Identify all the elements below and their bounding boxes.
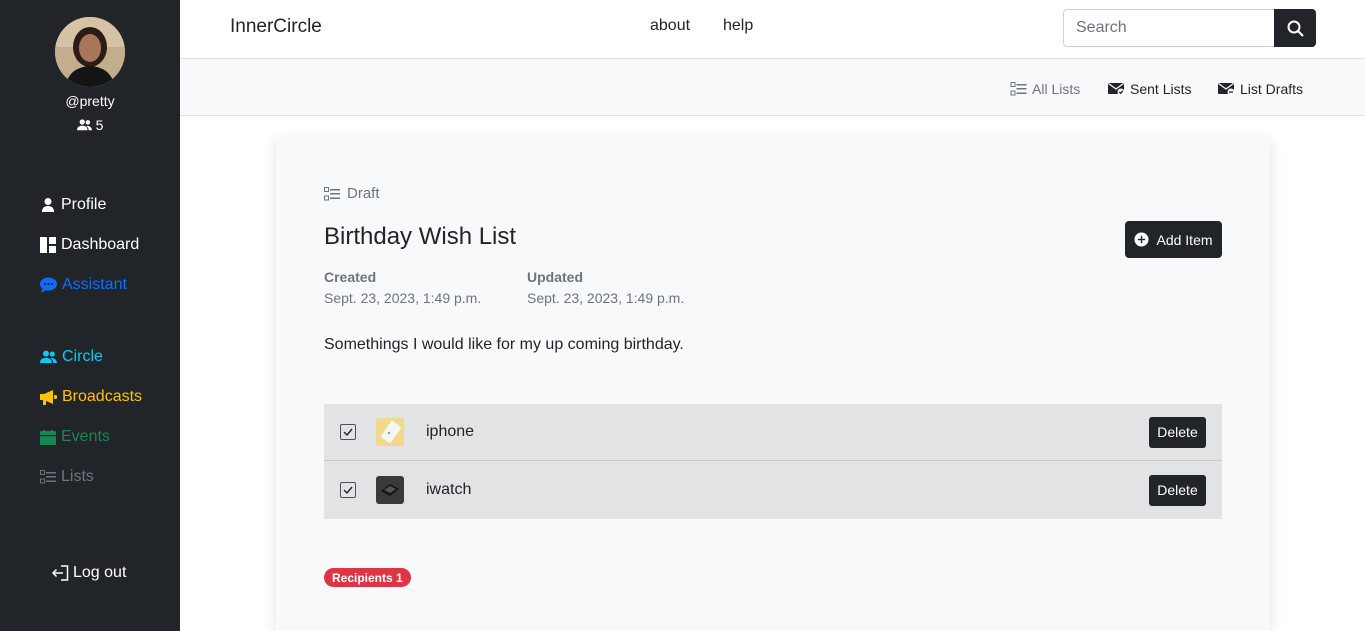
item-name: iphone bbox=[426, 423, 475, 440]
users-icon bbox=[40, 350, 57, 363]
sidebar-item-profile[interactable]: Profile bbox=[40, 196, 106, 214]
chat-icon bbox=[40, 277, 57, 293]
sidebar-item-label: Broadcasts bbox=[62, 388, 143, 405]
sidebar-item-assistant[interactable]: Assistant bbox=[40, 276, 127, 294]
search-input[interactable] bbox=[1063, 9, 1275, 47]
list-check-icon bbox=[1010, 82, 1027, 96]
created-value: Sept. 23, 2023, 1:49 p.m. bbox=[324, 290, 482, 306]
plus-circle-icon bbox=[1134, 232, 1149, 247]
add-item-button[interactable]: Add Item bbox=[1125, 221, 1222, 258]
nav-link-help[interactable]: help bbox=[723, 17, 753, 35]
item-thumbnail bbox=[376, 418, 404, 446]
list-check-icon bbox=[40, 470, 56, 484]
item-thumbnail bbox=[376, 476, 404, 504]
check-icon bbox=[343, 428, 353, 436]
sidebar-item-label: Profile bbox=[61, 196, 107, 213]
sidebar-item-label: Events bbox=[61, 428, 110, 445]
search-icon bbox=[1287, 20, 1304, 37]
subnav-label: List Drafts bbox=[1240, 81, 1304, 97]
search-button[interactable] bbox=[1274, 9, 1316, 47]
sidebar-item-circle[interactable]: Circle bbox=[40, 348, 103, 366]
delete-button[interactable]: Delete bbox=[1149, 474, 1206, 506]
subnav-sent-lists[interactable]: Sent Lists bbox=[1108, 81, 1191, 97]
megaphone-icon bbox=[40, 389, 57, 405]
recipients-badge[interactable]: Recipients 1 bbox=[324, 568, 411, 587]
circle-count: 5 bbox=[0, 117, 180, 133]
subnav-list-drafts[interactable]: List Drafts bbox=[1218, 81, 1303, 97]
envelope-check-icon bbox=[1108, 82, 1125, 96]
item-checkbox[interactable] bbox=[340, 482, 356, 498]
avatar[interactable] bbox=[55, 17, 125, 87]
status-text: Draft bbox=[347, 185, 380, 202]
envelope-dash-icon bbox=[1218, 82, 1235, 96]
check-icon bbox=[343, 486, 353, 494]
sidebar: @pretty 5 Profile Dashboard Assistant Ci… bbox=[0, 0, 180, 631]
logout-button[interactable]: Log out bbox=[52, 564, 126, 582]
sidebar-item-label: Assistant bbox=[62, 276, 127, 293]
list-check-icon bbox=[324, 186, 340, 200]
logout-label: Log out bbox=[73, 564, 127, 581]
list-detail-card: Draft Birthday Wish List Add Item Create… bbox=[276, 137, 1270, 631]
sidebar-item-broadcasts[interactable]: Broadcasts bbox=[40, 388, 142, 406]
logout-icon bbox=[52, 565, 69, 581]
username: @pretty bbox=[65, 93, 115, 109]
item-name: iwatch bbox=[426, 481, 472, 498]
subnav-label: Sent Lists bbox=[1130, 81, 1192, 97]
users-icon bbox=[76, 119, 92, 131]
list-item: iphone Delete bbox=[324, 404, 1222, 461]
brand-logo[interactable]: InnerCircle bbox=[230, 16, 322, 38]
item-checkbox[interactable] bbox=[340, 424, 356, 440]
user-icon bbox=[42, 198, 54, 212]
calendar-icon bbox=[40, 429, 56, 445]
add-item-label: Add Item bbox=[1156, 231, 1213, 248]
sidebar-item-label: Lists bbox=[61, 468, 94, 485]
top-navbar: InnerCircle about help bbox=[180, 0, 1365, 59]
subnav-label: All Lists bbox=[1032, 81, 1081, 97]
list-item: iwatch Delete bbox=[324, 461, 1222, 519]
list-description: Somethings I would like for my up coming… bbox=[324, 336, 684, 353]
updated-value: Sept. 23, 2023, 1:49 p.m. bbox=[527, 290, 685, 306]
subnav-all-lists[interactable]: All Lists bbox=[1010, 81, 1080, 97]
list-items: iphone Delete iwatch Delete bbox=[324, 404, 1222, 519]
sidebar-item-events[interactable]: Events bbox=[40, 428, 110, 446]
page-title: Birthday Wish List bbox=[324, 223, 517, 250]
created-label: Created bbox=[324, 269, 377, 285]
updated-label: Updated bbox=[527, 269, 583, 285]
sidebar-item-dashboard[interactable]: Dashboard bbox=[40, 236, 139, 254]
nav-link-about[interactable]: about bbox=[650, 17, 690, 35]
sidebar-item-label: Circle bbox=[62, 348, 103, 365]
delete-button[interactable]: Delete bbox=[1149, 416, 1206, 448]
list-subnav: All Lists Sent Lists List Drafts bbox=[180, 59, 1365, 116]
circle-count-value: 5 bbox=[95, 117, 104, 133]
dashboard-icon bbox=[40, 237, 56, 253]
sidebar-item-lists[interactable]: Lists bbox=[40, 468, 94, 486]
sidebar-item-label: Dashboard bbox=[61, 236, 140, 253]
status-label: Draft bbox=[324, 185, 380, 202]
